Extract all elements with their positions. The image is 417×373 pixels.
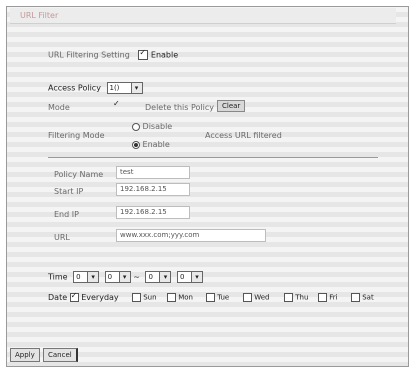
time-row: Time 0 ▾ 0 ▾ ~ 0 ▾ 0 ▾: [48, 271, 204, 283]
apply-button[interactable]: Apply: [10, 348, 40, 362]
start-ip-label: Start IP: [54, 187, 84, 196]
end-hour-value: 0: [148, 273, 153, 281]
radio-enable-label: Enable: [142, 140, 170, 149]
start-ip-input[interactable]: 192.168.2.15: [116, 183, 190, 196]
start-min-value: 0: [107, 273, 113, 281]
radio-enable[interactable]: [132, 140, 140, 149]
day-fri-label: Fri: [329, 293, 338, 302]
day-sun: Sun: [132, 293, 157, 302]
policy-name-label: Policy Name: [54, 170, 104, 179]
date-label: Date: [48, 293, 68, 302]
enable-checkbox[interactable]: [138, 48, 149, 60]
enable-label: Enable: [150, 50, 179, 60]
page-title: URL Filter: [20, 11, 59, 20]
radio-disable-row: Disable: [132, 122, 172, 131]
chevron-down-icon: ▾: [118, 272, 130, 282]
day-mon-checkbox[interactable]: [167, 293, 176, 302]
end-min-select[interactable]: 0 ▾: [177, 271, 204, 283]
day-fri: Fri: [318, 293, 338, 302]
mode-checkbox[interactable]: [112, 99, 122, 111]
day-sun-label: Sun: [143, 293, 157, 302]
policy-name-input[interactable]: test: [116, 166, 190, 179]
end-ip-input[interactable]: 192.168.2.15: [116, 206, 190, 219]
day-sat-checkbox[interactable]: [351, 293, 360, 302]
day-tue-checkbox[interactable]: [206, 293, 215, 302]
everyday-label: Everyday: [81, 293, 119, 302]
url-input[interactable]: www.xxx.com;yyy.com: [116, 229, 266, 242]
day-thu: Thu: [284, 293, 308, 302]
day-wed-checkbox[interactable]: [243, 293, 252, 302]
check-icon: [112, 99, 122, 111]
url-label: URL: [54, 233, 70, 242]
cancel-button[interactable]: Cancel: [43, 348, 78, 362]
radio-disable[interactable]: [132, 122, 140, 131]
end-ip-label: End IP: [54, 210, 79, 219]
radio-disable-label: Disable: [142, 122, 173, 131]
day-tue: Tue: [206, 293, 229, 302]
day-tue-label: Tue: [217, 293, 230, 302]
radio-enable-row: Enable: [132, 140, 170, 149]
day-mon-label: Mon: [178, 293, 193, 302]
chevron-down-icon: ▾: [159, 272, 171, 282]
everyday-checkbox[interactable]: [69, 291, 79, 302]
mode-label: Mode: [48, 103, 70, 112]
access-policy-row: Access Policy 1() ▾: [48, 82, 143, 94]
chevron-down-icon: ▾: [130, 83, 142, 93]
filtering-mode-label: Filtering Mode: [48, 131, 105, 140]
day-wed-label: Wed: [254, 293, 270, 302]
clear-button[interactable]: Clear: [217, 100, 246, 112]
date-row: Date Everyday: [48, 291, 119, 302]
chevron-down-icon: ▾: [87, 272, 99, 282]
access-policy-label: Access Policy: [48, 83, 101, 93]
day-thu-label: Thu: [295, 293, 309, 302]
end-min-value: 0: [180, 273, 185, 281]
end-hour-select[interactable]: 0 ▾: [145, 271, 172, 283]
day-sat-label: Sat: [362, 293, 374, 302]
day-mon: Mon: [167, 293, 193, 302]
time-label: Time: [48, 272, 68, 282]
day-fri-checkbox[interactable]: [318, 293, 327, 302]
time-separator: ~: [133, 272, 140, 282]
delete-policy-label: Delete this Policy: [145, 103, 214, 112]
day-thu-checkbox[interactable]: [284, 293, 293, 302]
enable-row: URL Filtering Setting Enable: [48, 48, 179, 60]
day-sun-checkbox[interactable]: [132, 293, 141, 302]
start-hour-value: 0: [76, 273, 81, 281]
access-url-link[interactable]: Access URL filtered: [205, 131, 282, 140]
start-min-select[interactable]: 0 ▾: [104, 271, 131, 283]
day-wed: Wed: [243, 293, 270, 302]
chevron-down-icon: ▾: [191, 272, 203, 282]
divider: [48, 157, 378, 158]
filtering-setting-label: URL Filtering Setting: [48, 50, 130, 60]
day-sat: Sat: [351, 293, 374, 302]
panel-header: [10, 8, 396, 24]
start-hour-select[interactable]: 0 ▾: [73, 271, 100, 283]
access-policy-select[interactable]: 1() ▾: [106, 82, 143, 94]
access-policy-value: 1(): [109, 84, 120, 92]
